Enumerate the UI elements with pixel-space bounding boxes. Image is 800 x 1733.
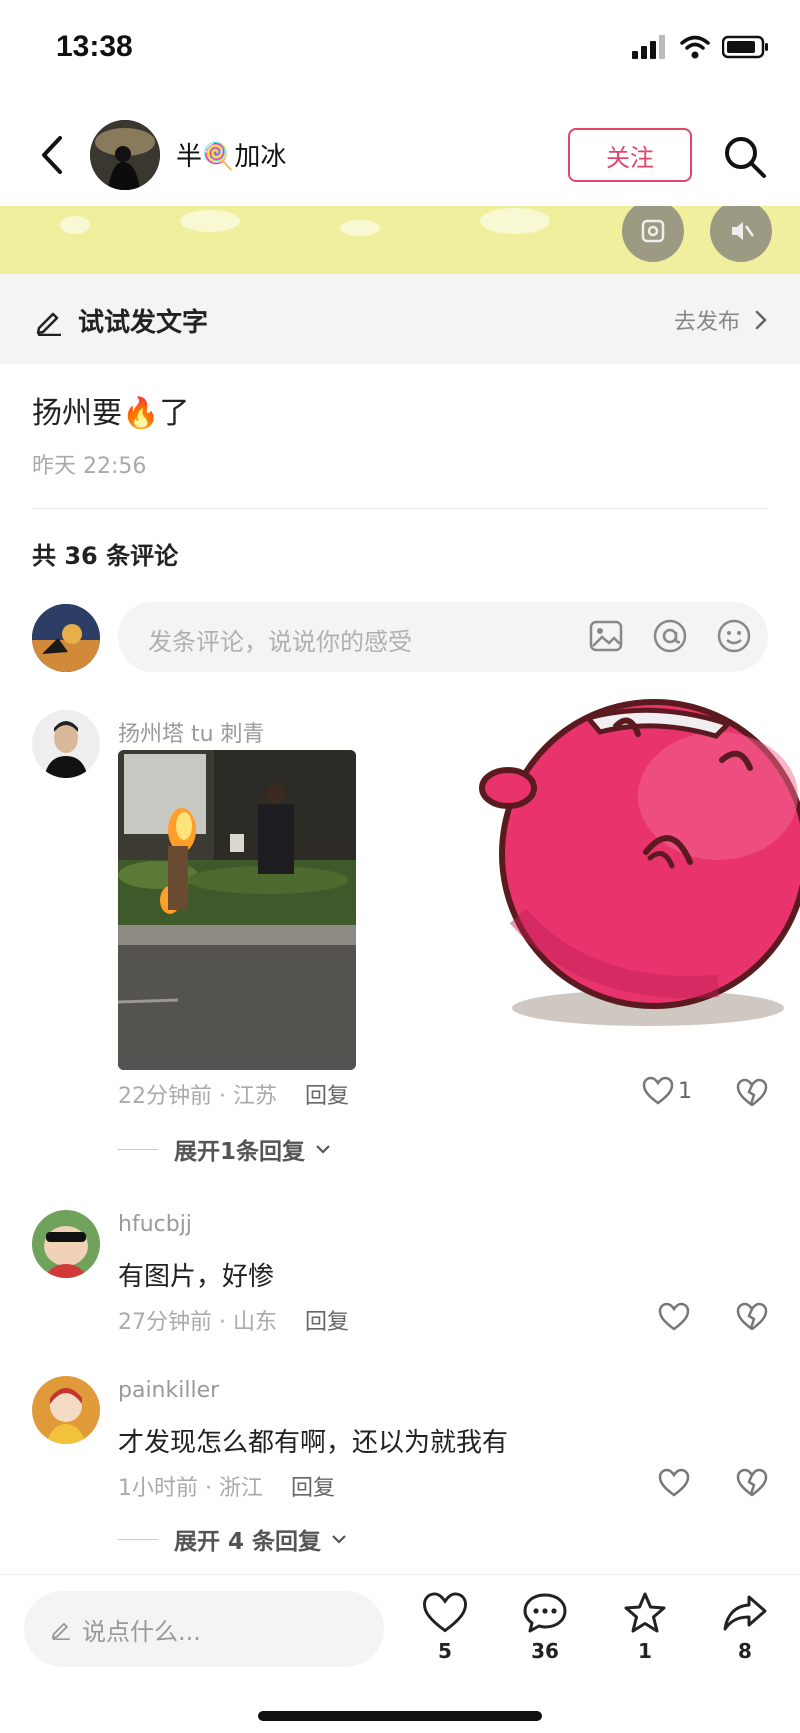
screenshot-icon[interactable] — [622, 206, 684, 262]
comment-photo[interactable] — [118, 750, 356, 1070]
comment-meta: 22分钟前 · 江苏 回复 — [118, 1078, 349, 1110]
like-button[interactable]: 1 — [642, 1076, 692, 1106]
chevron-down-icon — [316, 1145, 330, 1154]
comment-bubble-icon — [523, 1593, 567, 1633]
commenter-avatar[interactable] — [32, 710, 100, 778]
commenter-avatar[interactable] — [32, 1210, 100, 1278]
expand-replies-label: 展开1条回复 — [174, 1139, 306, 1165]
heart-icon[interactable] — [658, 1468, 690, 1498]
mention-icon[interactable] — [652, 618, 688, 654]
publish-label: 去发布 — [673, 310, 740, 335]
bottom-action-bar: 说点什么... 5 36 1 8 — [0, 1574, 800, 1733]
heart-icon[interactable] — [658, 1302, 690, 1332]
star-icon — [624, 1592, 666, 1633]
dislike-icon[interactable] — [736, 1302, 768, 1332]
comment-meta-text: 27分钟前 · 山东 — [118, 1310, 277, 1335]
status-icons — [632, 32, 770, 62]
follow-button[interactable]: 关注 — [568, 128, 692, 182]
commenter-name[interactable]: painkiller — [118, 1378, 219, 1403]
top-nav: 半🍭加冰 关注 — [0, 108, 800, 204]
status-bar: 13:38 — [0, 0, 800, 100]
media-banner[interactable] — [0, 206, 800, 274]
signal-icon — [632, 35, 665, 59]
commenter-avatar[interactable] — [32, 1376, 100, 1444]
publish-link[interactable]: 去发布 — [674, 304, 768, 336]
status-time: 13:38 — [56, 30, 133, 63]
pencil-icon — [36, 312, 61, 336]
heart-icon — [422, 1592, 468, 1633]
divider — [32, 508, 768, 509]
compose-label: 试试发文字 — [78, 308, 209, 338]
dislike-icon[interactable] — [736, 1468, 768, 1498]
back-icon[interactable] — [32, 130, 72, 180]
comment-action[interactable]: 36 — [510, 1591, 580, 1663]
reply-button[interactable]: 回复 — [305, 1084, 349, 1109]
say-something-input[interactable]: 说点什么... — [24, 1591, 384, 1667]
reply-button[interactable]: 回复 — [291, 1476, 335, 1501]
search-icon[interactable] — [722, 134, 768, 180]
battery-icon — [722, 35, 768, 59]
like-count: 1 — [678, 1078, 692, 1104]
comment-input[interactable]: 发条评论，说说你的感受 — [118, 602, 768, 672]
comment-input-placeholder: 发条评论，说说你的感受 — [148, 628, 412, 656]
compose-bar[interactable]: 试试发文字 去发布 — [0, 274, 800, 364]
compose-prompt[interactable]: 试试发文字 — [34, 302, 208, 339]
like-total: 5 — [438, 1639, 452, 1663]
like-action[interactable]: 5 — [410, 1591, 480, 1663]
share-icon — [723, 1595, 767, 1631]
expand-replies[interactable]: 展开 4 条回复 — [118, 1522, 347, 1556]
share-total: 8 — [738, 1639, 752, 1663]
comment-meta: 1小时前 · 浙江 回复 — [118, 1470, 335, 1502]
pencil-icon — [51, 1622, 70, 1640]
author-avatar[interactable] — [90, 120, 160, 190]
dislike-icon[interactable] — [736, 1078, 768, 1108]
mute-icon[interactable] — [710, 206, 772, 262]
comment-meta-text: 22分钟前 · 江苏 — [118, 1084, 277, 1109]
comment-total: 36 — [531, 1639, 559, 1663]
say-something-placeholder: 说点什么... — [82, 1617, 201, 1646]
share-action[interactable]: 8 — [710, 1591, 780, 1663]
comment-meta: 27分钟前 · 山东 回复 — [118, 1304, 349, 1336]
author-name[interactable]: 半🍭加冰 — [176, 136, 286, 173]
post-time: 昨天 22:56 — [32, 454, 147, 479]
expand-replies[interactable]: 展开1条回复 — [118, 1132, 331, 1166]
favorite-action[interactable]: 1 — [610, 1591, 680, 1663]
commenter-name[interactable]: hfucbjj — [118, 1212, 192, 1237]
wifi-icon — [680, 35, 710, 59]
expand-replies-label: 展开 4 条回复 — [174, 1529, 322, 1555]
comment-text: 才发现怎么都有啊，还以为就我有 — [118, 1428, 509, 1458]
chevron-down-icon — [332, 1535, 346, 1544]
reply-button[interactable]: 回复 — [305, 1310, 349, 1335]
post-text: 扬州要🔥了 — [32, 396, 190, 431]
commenter-name[interactable]: 扬州塔 tu 刺青 — [118, 716, 265, 748]
chevron-right-icon — [755, 310, 767, 330]
comment-meta-text: 1小时前 · 浙江 — [118, 1476, 263, 1501]
ball-sticker — [479, 699, 800, 1026]
image-icon[interactable] — [588, 618, 624, 654]
home-indicator — [258, 1711, 542, 1721]
comment-text: 有图片，好惨 — [118, 1262, 275, 1292]
favorite-total: 1 — [638, 1639, 652, 1663]
heart-icon — [642, 1076, 674, 1105]
my-avatar — [32, 604, 100, 672]
comments-count: 共 36 条评论 — [32, 542, 179, 570]
emoji-icon[interactable] — [716, 618, 752, 654]
